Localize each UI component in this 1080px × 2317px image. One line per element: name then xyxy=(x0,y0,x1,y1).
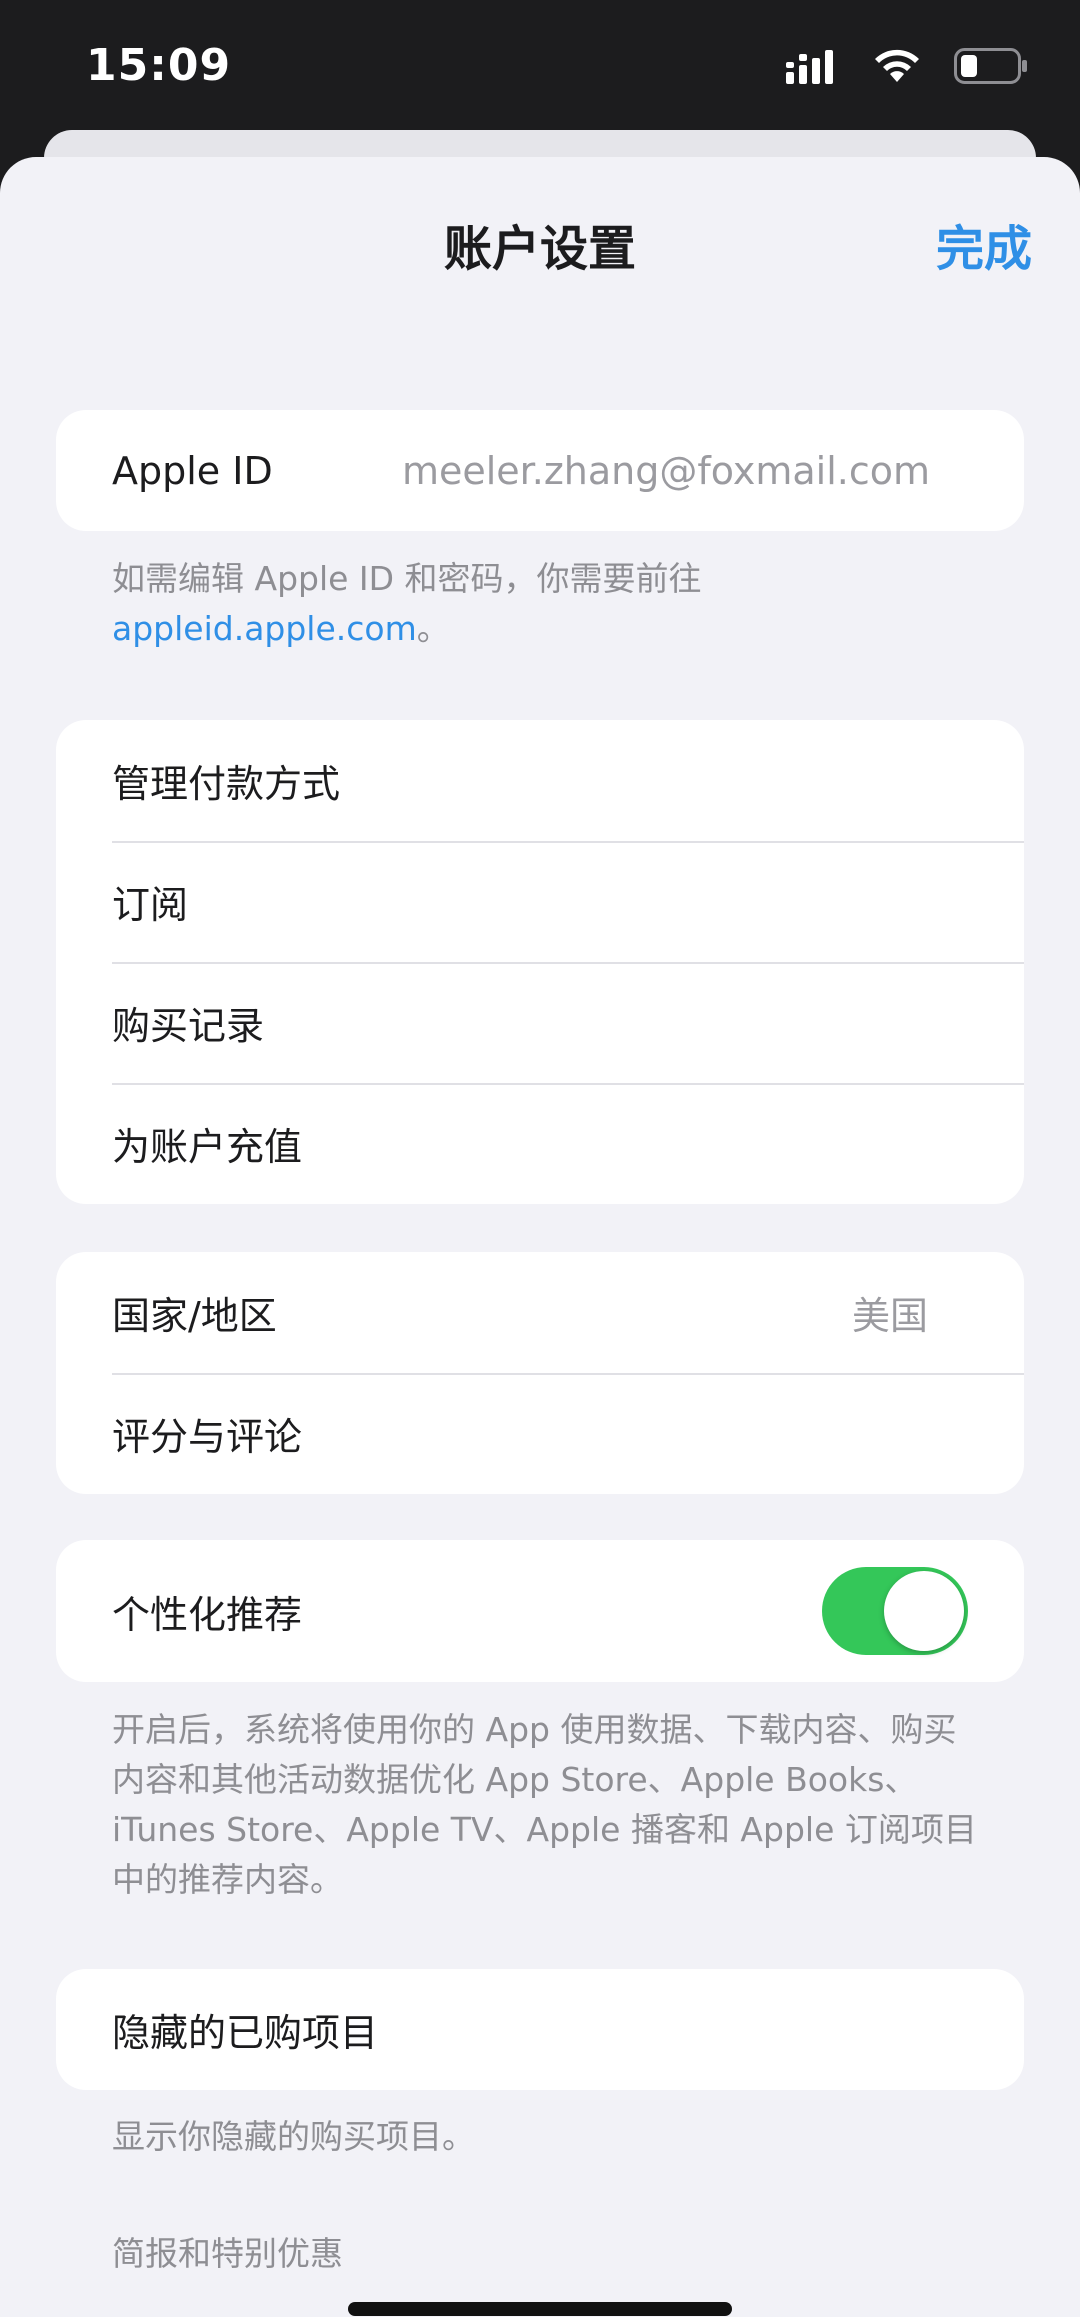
status-icons xyxy=(768,46,1028,86)
account-settings-sheet: 账户设置 完成 Apple ID meeler.zhang@foxmail.co… xyxy=(0,157,1080,2317)
subscriptions-row[interactable]: 订阅 xyxy=(56,841,1024,962)
signal-icon xyxy=(786,50,833,84)
appleid-link[interactable]: appleid.apple.com xyxy=(112,609,417,648)
personalized-recommendations-label: 个性化推荐 xyxy=(112,1592,303,1637)
newsletter-section-header: 简报和特别优惠 xyxy=(112,2234,343,2273)
personalization-group: 个性化推荐 xyxy=(56,1540,1024,1682)
apple-id-note-suffix: 。 xyxy=(416,609,450,648)
purchase-history-label: 购买记录 xyxy=(112,1004,265,1048)
ratings-reviews-label: 评分与评论 xyxy=(112,1415,303,1459)
status-time: 15:09 xyxy=(86,40,232,91)
hidden-purchases-footnote: 显示你隐藏的购买项目。 xyxy=(112,2117,475,2156)
apple-id-group: Apple ID meeler.zhang@foxmail.com xyxy=(56,410,1024,531)
region-group: 国家/地区 美国 评分与评论 xyxy=(56,1252,1024,1494)
hidden-purchases-label: 隐藏的已购项目 xyxy=(112,2011,379,2055)
personalized-recommendations-row: 个性化推荐 xyxy=(56,1540,1024,1682)
manage-payment-row[interactable]: 管理付款方式 xyxy=(56,720,1024,841)
add-funds-row[interactable]: 为账户充值 xyxy=(56,1083,1024,1204)
purchase-history-row[interactable]: 购买记录 xyxy=(56,962,1024,1083)
personalization-footnote: 开启后，系统将使用你的 App 使用数据、下载内容、购买内容和其他活动数据优化 … xyxy=(112,1710,977,1899)
country-region-row[interactable]: 国家/地区 美国 xyxy=(56,1252,1024,1373)
hidden-purchases-row[interactable]: 隐藏的已购项目 xyxy=(56,1969,1024,2090)
apple-id-row[interactable]: Apple ID meeler.zhang@foxmail.com xyxy=(56,410,1024,531)
add-funds-label: 为账户充值 xyxy=(112,1125,303,1169)
apple-id-note-text: 如需编辑 Apple ID 和密码，你需要前往 xyxy=(112,559,702,598)
status-bar: 15:09 xyxy=(0,0,1080,130)
wifi-icon xyxy=(875,49,919,82)
personalized-recommendations-toggle[interactable] xyxy=(822,1567,968,1655)
apple-id-label: Apple ID xyxy=(112,448,273,493)
manage-payment-label: 管理付款方式 xyxy=(112,762,341,806)
home-indicator[interactable] xyxy=(348,2302,732,2316)
apple-id-value: meeler.zhang@foxmail.com xyxy=(401,448,930,493)
apple-id-footnote: 如需编辑 Apple ID 和密码，你需要前往 appleid.apple.co… xyxy=(112,554,992,654)
battery-icon xyxy=(954,48,1027,84)
hidden-purchases-group: 隐藏的已购项目 xyxy=(56,1969,1024,2090)
toggle-knob xyxy=(884,1571,964,1651)
country-region-label: 国家/地区 xyxy=(112,1294,277,1338)
page-title: 账户设置 xyxy=(443,221,636,277)
payment-group: 管理付款方式 订阅 购买记录 为账户充值 xyxy=(56,720,1024,1204)
ratings-reviews-row[interactable]: 评分与评论 xyxy=(56,1373,1024,1494)
done-button[interactable]: 完成 xyxy=(936,209,1032,279)
country-region-value: 美国 xyxy=(851,1294,928,1338)
subscriptions-label: 订阅 xyxy=(112,883,189,927)
